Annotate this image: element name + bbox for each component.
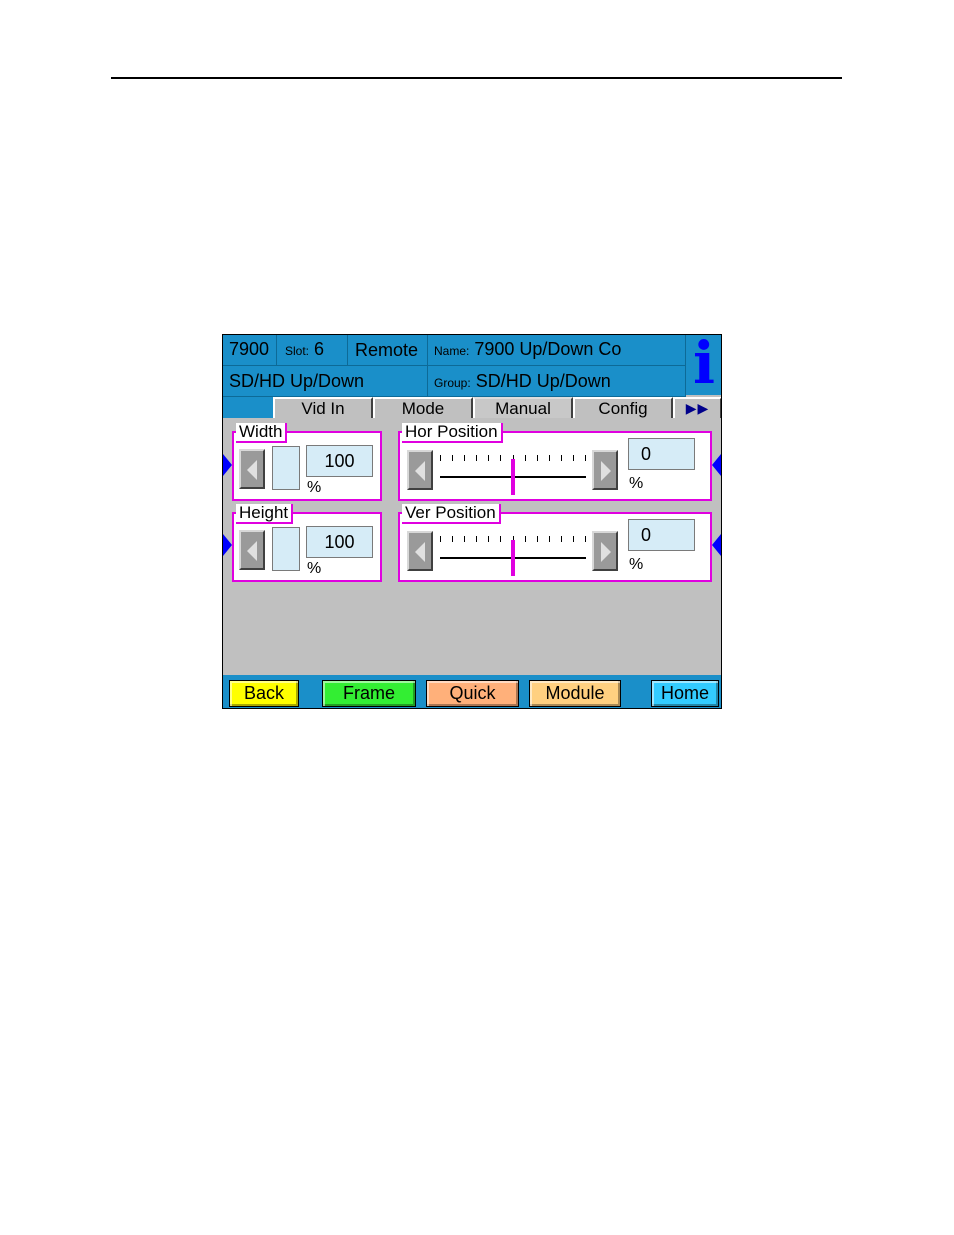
slot-cell: Slot: 6 bbox=[277, 335, 348, 366]
arrow-right-icon bbox=[601, 542, 611, 562]
tab-vid-in-label: Vid In bbox=[301, 399, 345, 418]
scroll-left-arrow-icon[interactable] bbox=[223, 454, 232, 476]
quick-button[interactable]: Quick bbox=[426, 680, 519, 707]
slider-tick bbox=[537, 536, 538, 542]
slider-tick bbox=[452, 455, 453, 461]
height-value-input[interactable]: 100 bbox=[306, 526, 373, 558]
scroll-right-arrow-icon[interactable] bbox=[712, 454, 721, 476]
slider-tick bbox=[549, 536, 550, 542]
slider-thumb[interactable] bbox=[511, 540, 515, 576]
group-label: Group: bbox=[434, 376, 471, 390]
tab-manual[interactable]: Manual bbox=[473, 397, 573, 418]
back-button[interactable]: Back bbox=[229, 680, 299, 707]
mode-cell: Remote bbox=[348, 335, 428, 366]
width-decrease-button[interactable] bbox=[239, 449, 265, 489]
slider-tick bbox=[561, 536, 562, 542]
ver-position-increase-button[interactable] bbox=[592, 531, 618, 571]
arrow-right-icon bbox=[601, 461, 611, 481]
ver-position-unit: % bbox=[629, 556, 644, 573]
slider-tick bbox=[476, 455, 477, 461]
hor-position-control: Hor Position 0 % bbox=[398, 423, 712, 501]
group-cell: Group: SD/HD Up/Down bbox=[428, 366, 686, 397]
model-cell: 7900 bbox=[223, 335, 277, 366]
tab-config[interactable]: Config bbox=[573, 397, 673, 418]
slider-tick bbox=[500, 536, 501, 542]
tab-more[interactable]: ▶▶ bbox=[673, 397, 721, 418]
scroll-right-arrow-icon[interactable] bbox=[712, 534, 721, 556]
height-bar bbox=[272, 527, 300, 571]
name-value: 7900 Up/Down Co bbox=[474, 339, 622, 359]
device-panel: 7900 Slot: 6 Remote Name: 7900 Up/Down C… bbox=[222, 334, 722, 709]
hor-position-slider[interactable] bbox=[440, 455, 586, 495]
mode-label: Remote bbox=[355, 340, 419, 360]
slider-thumb[interactable] bbox=[511, 459, 515, 495]
arrow-left-icon bbox=[247, 460, 257, 480]
model-label: 7900 bbox=[229, 339, 270, 359]
name-label: Name: bbox=[434, 344, 470, 358]
hor-position-value-input[interactable]: 0 bbox=[628, 438, 695, 470]
ver-position-slider[interactable] bbox=[440, 536, 586, 576]
slider-tick bbox=[525, 536, 526, 542]
ver-position-decrease-button[interactable] bbox=[407, 531, 433, 571]
slider-tick bbox=[525, 455, 526, 461]
arrow-left-icon bbox=[247, 541, 257, 561]
hor-position-decrease-button[interactable] bbox=[407, 450, 433, 490]
slider-tick bbox=[500, 455, 501, 461]
tab-mode[interactable]: Mode bbox=[373, 397, 473, 418]
slider-tick bbox=[488, 455, 489, 461]
slider-tick bbox=[585, 536, 586, 542]
slider-tick bbox=[488, 536, 489, 542]
height-unit: % bbox=[307, 560, 322, 577]
info-button[interactable]: i bbox=[686, 334, 721, 397]
slider-tick bbox=[464, 536, 465, 542]
slider-tick bbox=[440, 536, 441, 542]
height-control: Height 100 % bbox=[232, 504, 382, 582]
slider-tick bbox=[573, 536, 574, 542]
arrow-left-icon bbox=[415, 461, 425, 481]
bottom-nav-bar: Back Frame Quick Module Home bbox=[223, 675, 721, 708]
slot-label: Slot: bbox=[285, 344, 310, 358]
slider-tick bbox=[464, 455, 465, 461]
name-cell: Name: 7900 Up/Down Co bbox=[428, 335, 686, 366]
width-unit: % bbox=[307, 479, 322, 496]
height-decrease-button[interactable] bbox=[239, 530, 265, 570]
tab-mode-label: Mode bbox=[401, 399, 445, 418]
tab-vid-in[interactable]: Vid In bbox=[273, 397, 373, 418]
width-label: Width bbox=[236, 423, 288, 443]
ver-position-control: Ver Position 0 % bbox=[398, 504, 712, 582]
slider-tick bbox=[440, 455, 441, 461]
width-bar bbox=[272, 446, 300, 490]
tab-manual-label: Manual bbox=[495, 399, 551, 418]
info-icon: i bbox=[692, 334, 716, 397]
page-rule bbox=[111, 77, 842, 79]
width-value-input[interactable]: 100 bbox=[306, 445, 373, 477]
slider-tick bbox=[476, 536, 477, 542]
hor-position-unit: % bbox=[629, 475, 644, 492]
hor-position-increase-button[interactable] bbox=[592, 450, 618, 490]
height-label: Height bbox=[236, 504, 294, 524]
product-label: SD/HD Up/Down bbox=[229, 371, 365, 391]
frame-button[interactable]: Frame bbox=[322, 680, 416, 707]
product-cell: SD/HD Up/Down bbox=[223, 366, 428, 397]
group-value: SD/HD Up/Down bbox=[475, 371, 611, 391]
home-button[interactable]: Home bbox=[651, 680, 719, 707]
slider-tick bbox=[537, 455, 538, 461]
double-chevron-right-icon: ▶▶ bbox=[685, 400, 710, 416]
tab-bar: Vid In Mode Manual Config ▶▶ bbox=[223, 397, 721, 418]
slider-tick bbox=[573, 455, 574, 461]
slider-tick bbox=[452, 536, 453, 542]
slider-tick bbox=[549, 455, 550, 461]
scroll-left-arrow-icon[interactable] bbox=[223, 534, 232, 556]
ver-position-value-input[interactable]: 0 bbox=[628, 519, 695, 551]
width-control: Width 100 % bbox=[232, 423, 382, 501]
module-button[interactable]: Module bbox=[529, 680, 621, 707]
slot-value: 6 bbox=[314, 339, 325, 359]
arrow-left-icon bbox=[415, 542, 425, 562]
hor-position-label: Hor Position bbox=[402, 423, 503, 443]
slider-tick bbox=[561, 455, 562, 461]
slider-tick bbox=[585, 455, 586, 461]
ver-position-label: Ver Position bbox=[402, 504, 501, 524]
tab-config-label: Config bbox=[598, 399, 648, 418]
